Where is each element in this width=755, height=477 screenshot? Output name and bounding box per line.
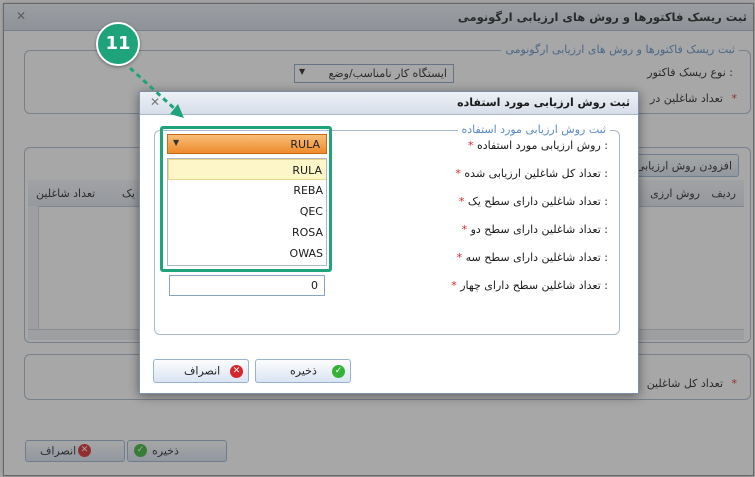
chevron-down-icon: ▼ [173, 138, 180, 147]
option-rula[interactable]: RULA [168, 159, 326, 180]
check-icon: ✓ [332, 365, 345, 378]
option-rosa[interactable]: ROSA [168, 222, 326, 243]
level4-input[interactable]: 0 [169, 275, 325, 296]
dialog-save-button[interactable]: ✓ ذخیره [255, 359, 351, 383]
option-reba[interactable]: REBA [168, 180, 326, 201]
level1-label: تعداد شاغلین دارای سطح یک : [467, 195, 608, 208]
dialog-labels: * روش ارزیابی مورد استفاده : * تعداد کل … [451, 139, 608, 292]
method-options-list: RULA REBA QEC ROSA OWAS [167, 158, 327, 266]
option-owas[interactable]: OWAS [168, 243, 326, 264]
step-number-badge: 11 [96, 22, 140, 66]
level3-label: تعداد شاغلین دارای سطح سه : [465, 251, 608, 264]
method-label: روش ارزیابی مورد استفاده : [476, 139, 608, 152]
cancel-icon: ✕ [230, 365, 243, 378]
level2-label: تعداد شاغلین دارای سطح دو : [470, 223, 608, 236]
method-select[interactable]: RULA ▼ [167, 134, 327, 154]
dialog-cancel-button[interactable]: ✕ انصراف [153, 359, 249, 383]
total-evaluated-label: تعداد کل شاغلین ارزیابی شده : [464, 167, 608, 180]
level4-label: تعداد شاغلین سطح دارای چهار : [460, 279, 608, 292]
option-qec[interactable]: QEC [168, 201, 326, 222]
dialog-titlebar: ✕ ثبت روش ارزیابی مورد استفاده [140, 92, 638, 115]
dialog-title: ثبت روش ارزیابی مورد استفاده [457, 96, 630, 109]
dialog-legend: ثبت روش ارزیابی مورد استفاده [457, 123, 610, 136]
